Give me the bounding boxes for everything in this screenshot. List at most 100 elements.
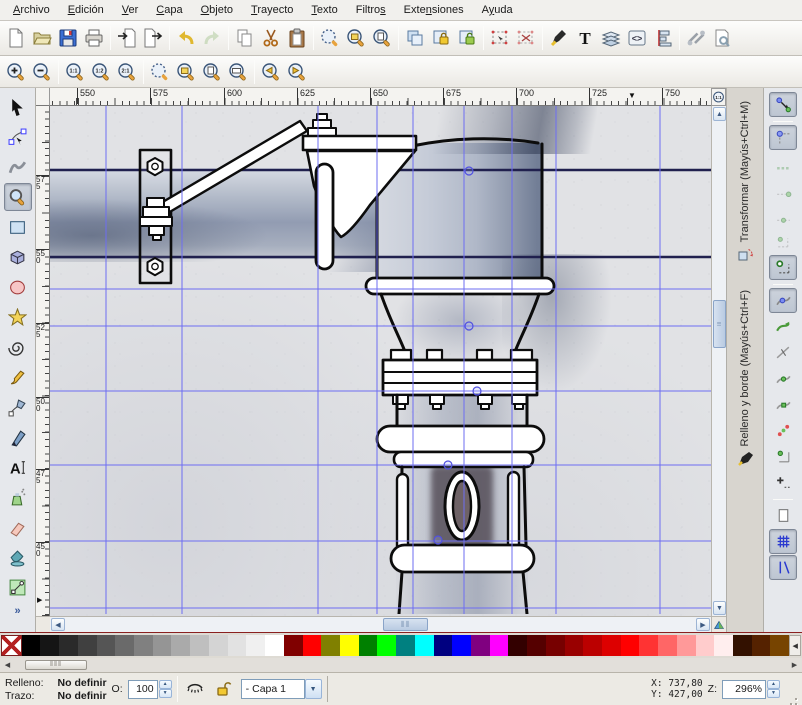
swatch-6a6a6a[interactable] bbox=[115, 635, 134, 656]
scroll-down-arrow[interactable]: ▼ bbox=[713, 601, 726, 615]
select-all-button[interactable] bbox=[487, 25, 513, 51]
zoom-2-1-button[interactable]: 2:1 bbox=[114, 59, 140, 85]
gradient-tool-button[interactable] bbox=[4, 573, 32, 601]
swatch-550000[interactable] bbox=[527, 635, 546, 656]
layer-lock-icon[interactable] bbox=[212, 677, 236, 701]
box-3d-tool-button[interactable] bbox=[4, 243, 32, 271]
copy-button[interactable] bbox=[232, 25, 258, 51]
swatch-008000[interactable] bbox=[359, 635, 378, 656]
zoom-drawing-button[interactable] bbox=[343, 25, 369, 51]
ellipse-tool-button[interactable] bbox=[4, 273, 32, 301]
align-dialog-button[interactable] bbox=[650, 25, 676, 51]
redo-button[interactable] bbox=[199, 25, 225, 51]
fill-stroke-indicator[interactable]: Relleno: No definir Trazo: No definir bbox=[5, 677, 107, 702]
snap-master-button[interactable] bbox=[769, 92, 797, 117]
snap-text-baselines-button[interactable] bbox=[769, 470, 797, 495]
swatch-000080[interactable] bbox=[434, 635, 453, 656]
unlink-clone-button[interactable] bbox=[454, 25, 480, 51]
snap-midpoints-button[interactable] bbox=[769, 392, 797, 417]
snap-guides-button[interactable] bbox=[769, 555, 797, 580]
swatch-bfbfbf[interactable] bbox=[190, 635, 209, 656]
text-tool-button[interactable]: A bbox=[4, 453, 32, 481]
snap-page-border-button[interactable] bbox=[769, 503, 797, 528]
zoom-down-button[interactable]: ▼ bbox=[767, 689, 780, 698]
horizontal-ruler[interactable]: 550575600625650675700725750▼ bbox=[50, 88, 711, 106]
swatch-f0f0f0[interactable] bbox=[246, 635, 265, 656]
zoom-next-button[interactable] bbox=[284, 59, 310, 85]
snap-paths-button[interactable] bbox=[769, 288, 797, 313]
palette-scroll-thumb[interactable]: ⦀⦀⦀ bbox=[25, 660, 87, 670]
selector-tool-button[interactable] bbox=[4, 93, 32, 121]
menu-filtros[interactable]: Filtros bbox=[347, 2, 395, 18]
swatch-000000[interactable] bbox=[22, 635, 41, 656]
snap-bbox-corners-button[interactable] bbox=[769, 177, 797, 202]
menu-ver[interactable]: Ver bbox=[113, 2, 148, 18]
print-document-button[interactable] bbox=[81, 25, 107, 51]
paste-button[interactable] bbox=[284, 25, 310, 51]
spiral-tool-button[interactable] bbox=[4, 333, 32, 361]
vertical-ruler[interactable]: 575550525500475450▶ bbox=[36, 106, 50, 616]
duplicate-button[interactable] bbox=[402, 25, 428, 51]
zoom-previous-button[interactable] bbox=[258, 59, 284, 85]
opacity-down-button[interactable]: ▼ bbox=[159, 689, 172, 698]
swatch-808080[interactable] bbox=[134, 635, 153, 656]
dock-tab-fill-stroke[interactable]: Relleno y borde (Mayús+Ctrl+F) bbox=[734, 285, 757, 476]
swatch-00ff00[interactable] bbox=[377, 635, 396, 656]
swatch-d4d4d4[interactable] bbox=[209, 635, 228, 656]
swatch-ff0000[interactable] bbox=[303, 635, 322, 656]
snap-bbox-button[interactable] bbox=[769, 125, 797, 150]
snap-bbox-edge-midpoints-button[interactable] bbox=[769, 203, 797, 228]
swatch-aaaaaa[interactable] bbox=[171, 635, 190, 656]
swatch-555555[interactable] bbox=[97, 635, 116, 656]
deselect-button[interactable] bbox=[513, 25, 539, 51]
snap-bbox-edges-button[interactable] bbox=[769, 151, 797, 176]
dock-tab-transform[interactable]: Transformar (Mayús+Ctrl+M) bbox=[734, 96, 757, 271]
swatch-774400[interactable] bbox=[770, 635, 789, 656]
preferences-button[interactable] bbox=[683, 25, 709, 51]
swatch-ff00ff[interactable] bbox=[490, 635, 509, 656]
swatch-331100[interactable] bbox=[733, 635, 752, 656]
swatch-ff3333[interactable] bbox=[639, 635, 658, 656]
swatch-00ffff[interactable] bbox=[415, 635, 434, 656]
cut-button[interactable] bbox=[258, 25, 284, 51]
snap-rotation-centers-button[interactable] bbox=[769, 444, 797, 469]
swatch-330000[interactable] bbox=[508, 635, 527, 656]
swatch-ff9999[interactable] bbox=[677, 635, 696, 656]
swatch-959595[interactable] bbox=[153, 635, 172, 656]
swatch-bb0000[interactable] bbox=[583, 635, 602, 656]
menu-texto[interactable]: Texto bbox=[302, 2, 346, 18]
menu-edicion[interactable]: Edición bbox=[59, 2, 113, 18]
node-editor-tool-button[interactable] bbox=[4, 123, 32, 151]
swatch-ff6666[interactable] bbox=[658, 635, 677, 656]
swatch-ffcccc[interactable] bbox=[696, 635, 715, 656]
opacity-spinbox[interactable]: 100 ▲ ▼ bbox=[128, 680, 172, 699]
layer-visibility-eye-icon[interactable] bbox=[183, 677, 207, 701]
document-properties-button[interactable] bbox=[709, 25, 735, 51]
layer-dropdown-arrow[interactable]: ▼ bbox=[305, 679, 322, 699]
menu-capa[interactable]: Capa bbox=[147, 2, 191, 18]
pen-tool-button[interactable] bbox=[4, 393, 32, 421]
swatch-dd0000[interactable] bbox=[602, 635, 621, 656]
swatch-0000ff[interactable] bbox=[452, 635, 471, 656]
opacity-up-button[interactable]: ▲ bbox=[159, 680, 172, 689]
fill-stroke-dialog-button[interactable] bbox=[546, 25, 572, 51]
swatch-770000[interactable] bbox=[546, 635, 565, 656]
snap-smooth-nodes-button[interactable] bbox=[769, 366, 797, 391]
rectangle-tool-button[interactable] bbox=[4, 213, 32, 241]
spray-tool-button[interactable] bbox=[4, 483, 32, 511]
new-document-button[interactable] bbox=[3, 25, 29, 51]
xml-editor-button[interactable]: <> bbox=[624, 25, 650, 51]
vertical-scroll-thumb[interactable]: ≡ bbox=[713, 300, 726, 348]
color-managed-view-button[interactable] bbox=[711, 616, 726, 632]
scroll-right-arrow[interactable]: ▶ bbox=[696, 618, 710, 631]
swatch-404040[interactable] bbox=[78, 635, 97, 656]
zoom-tool-button[interactable] bbox=[4, 183, 32, 211]
canvas-viewport[interactable] bbox=[50, 106, 711, 616]
save-document-button[interactable] bbox=[55, 25, 81, 51]
import-button[interactable] bbox=[114, 25, 140, 51]
snap-cusp-nodes-button[interactable] bbox=[769, 340, 797, 365]
zoom-spinbox[interactable]: 296% ▲ ▼ bbox=[722, 680, 780, 699]
horizontal-scroll-thumb[interactable]: ⦀⦀ bbox=[383, 618, 428, 631]
snap-object-centers-button[interactable] bbox=[769, 418, 797, 443]
swatch-808000[interactable] bbox=[321, 635, 340, 656]
